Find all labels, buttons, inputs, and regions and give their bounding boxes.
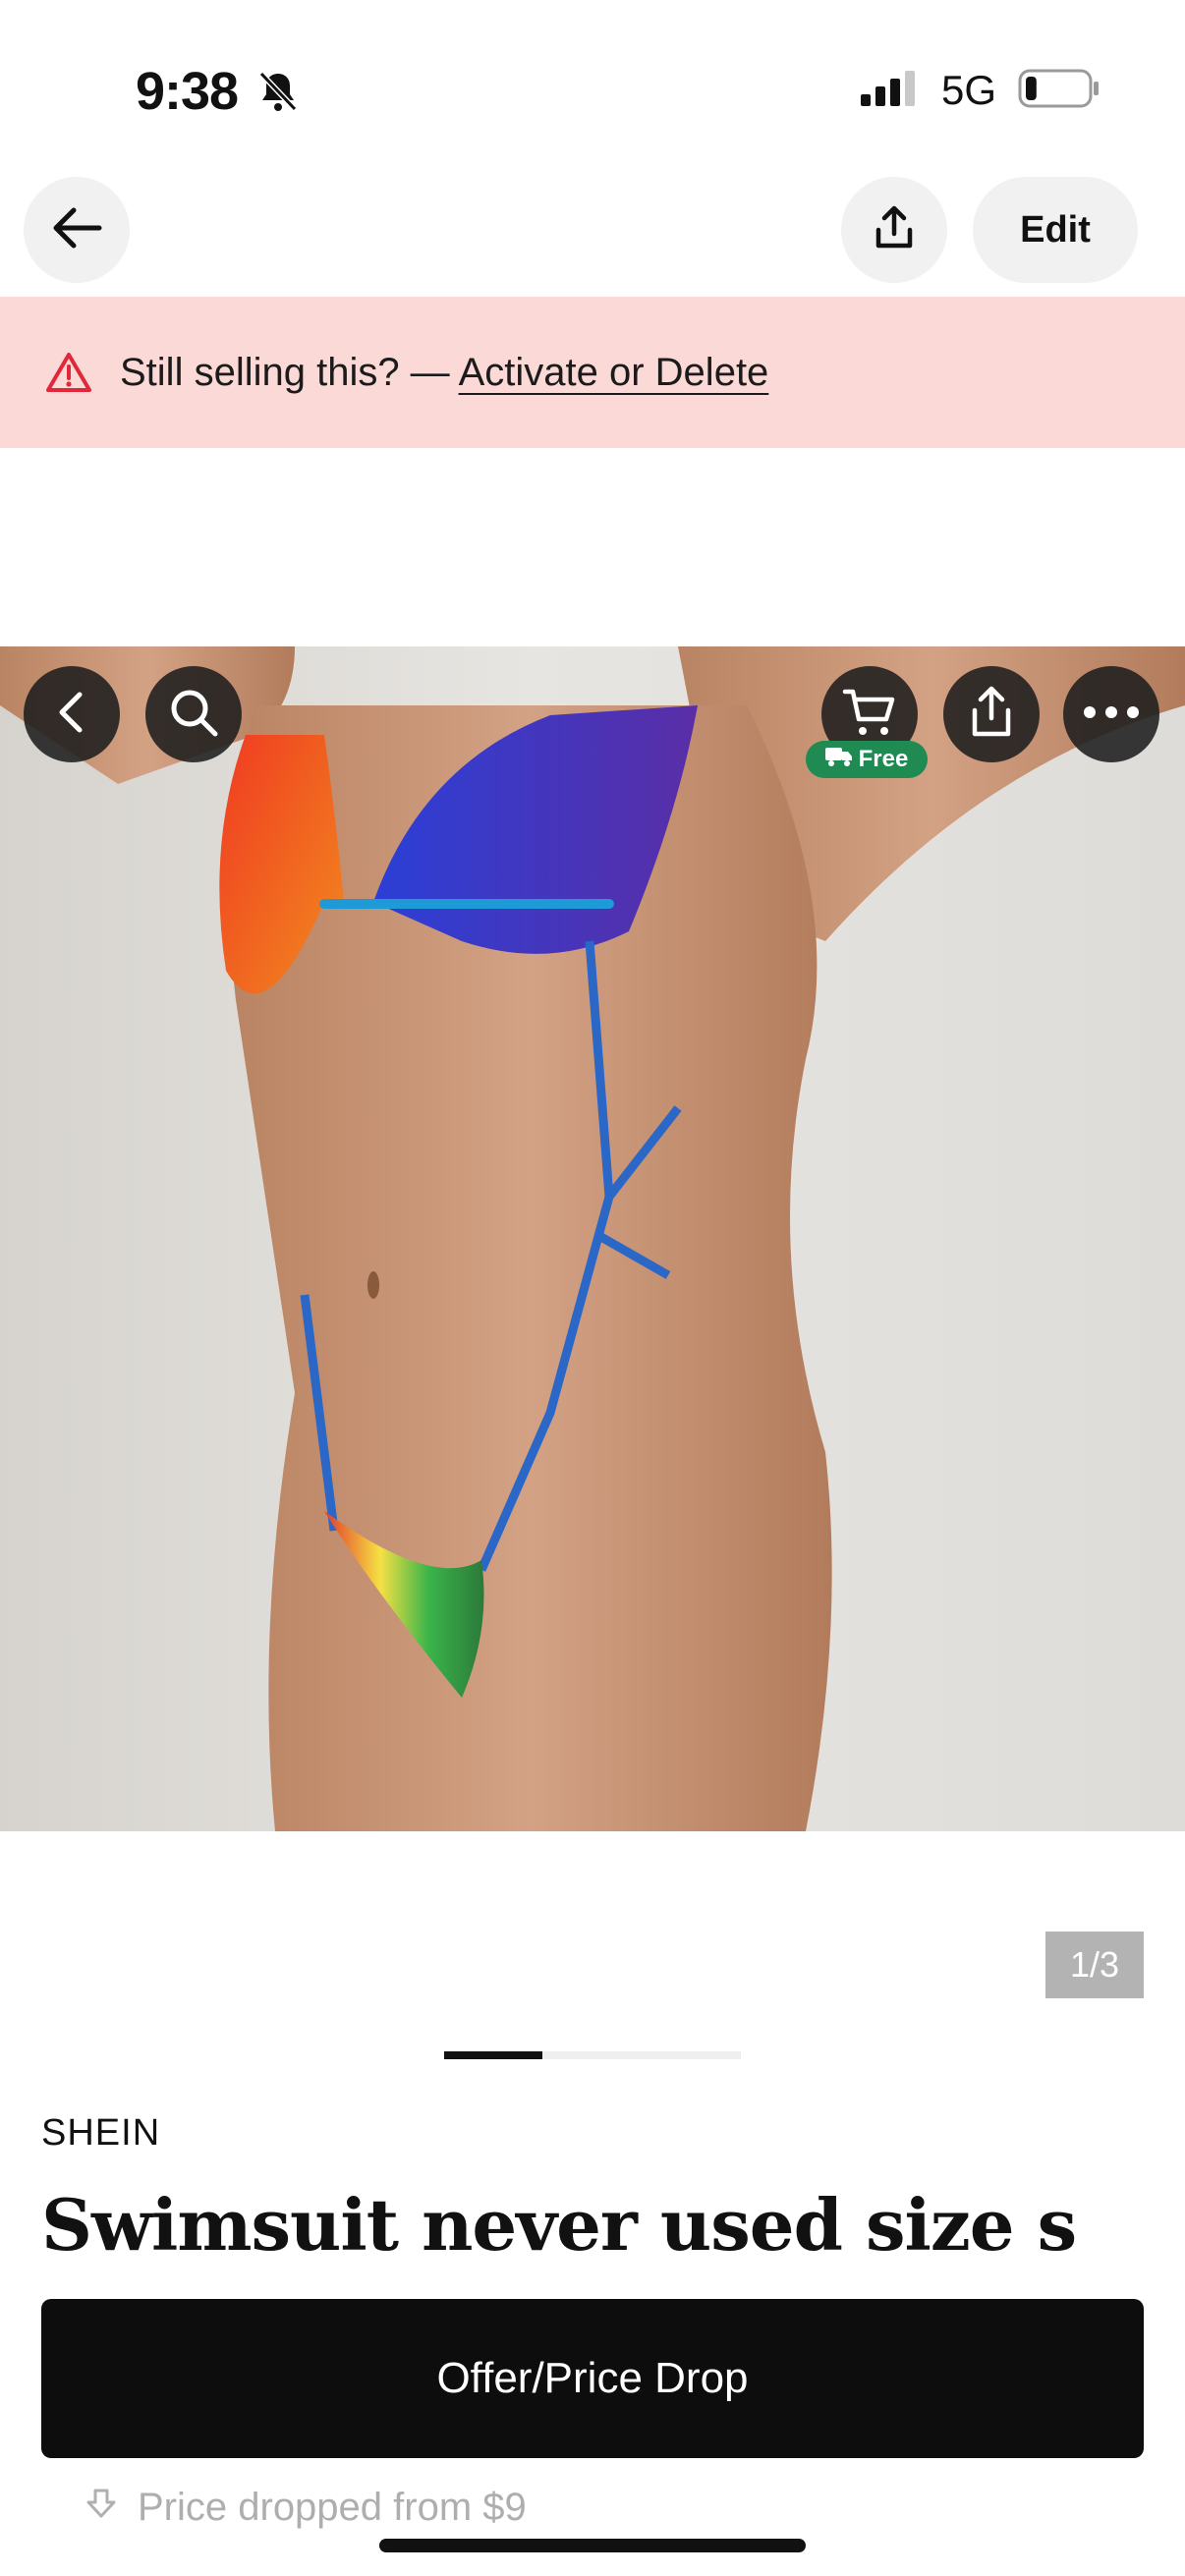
cart-icon xyxy=(841,686,898,744)
mute-bell-icon xyxy=(257,65,299,126)
more-icon xyxy=(1082,705,1141,724)
arrow-left-icon xyxy=(50,206,103,254)
photo-share-button[interactable] xyxy=(943,666,1040,762)
signal-icon xyxy=(860,70,920,111)
banner-prompt: Still selling this? — xyxy=(120,350,459,394)
brand-name[interactable]: SHEIN xyxy=(41,2112,160,2155)
price-drop-notice: Price dropped from $9 xyxy=(41,2478,527,2537)
warning-icon xyxy=(45,352,92,393)
swimsuit-image xyxy=(0,646,1185,1831)
photo-more-button[interactable] xyxy=(1063,666,1159,762)
back-button[interactable] xyxy=(24,177,130,283)
photo-progress-indicator xyxy=(444,2051,542,2059)
activate-or-delete-link[interactable]: Activate or Delete xyxy=(459,351,769,394)
chevron-left-icon xyxy=(52,691,91,739)
share-icon xyxy=(873,204,916,256)
offer-price-drop-button[interactable]: Offer/Price Drop xyxy=(41,2299,1144,2458)
photo-counter: 1/3 xyxy=(1045,1932,1144,1998)
network-label: 5G xyxy=(940,67,996,113)
photo-search-button[interactable] xyxy=(145,666,242,762)
price-drop-text: Price dropped from $9 xyxy=(138,2485,527,2529)
edit-button[interactable]: Edit xyxy=(973,177,1138,283)
status-indicators: 5G xyxy=(860,67,1100,114)
status-time: 9:38 xyxy=(136,61,299,126)
share-icon xyxy=(967,685,1016,745)
truck-icon xyxy=(824,746,853,774)
free-badge-label: Free xyxy=(858,746,909,772)
still-selling-banner: Still selling this? — Activate or Delete xyxy=(0,297,1185,448)
share-button[interactable] xyxy=(841,177,947,283)
free-shipping-badge: Free xyxy=(806,741,928,778)
price-down-icon xyxy=(85,2486,118,2530)
time-text: 9:38 xyxy=(136,62,239,121)
photo-back-button[interactable] xyxy=(24,666,120,762)
listing-title: Swimsuit never used size s xyxy=(41,2183,1077,2267)
battery-icon xyxy=(1018,69,1100,113)
search-icon xyxy=(166,685,221,745)
product-photo[interactable] xyxy=(0,646,1185,1831)
banner-text: Still selling this? — Activate or Delete xyxy=(120,351,768,395)
home-indicator xyxy=(379,2539,806,2552)
